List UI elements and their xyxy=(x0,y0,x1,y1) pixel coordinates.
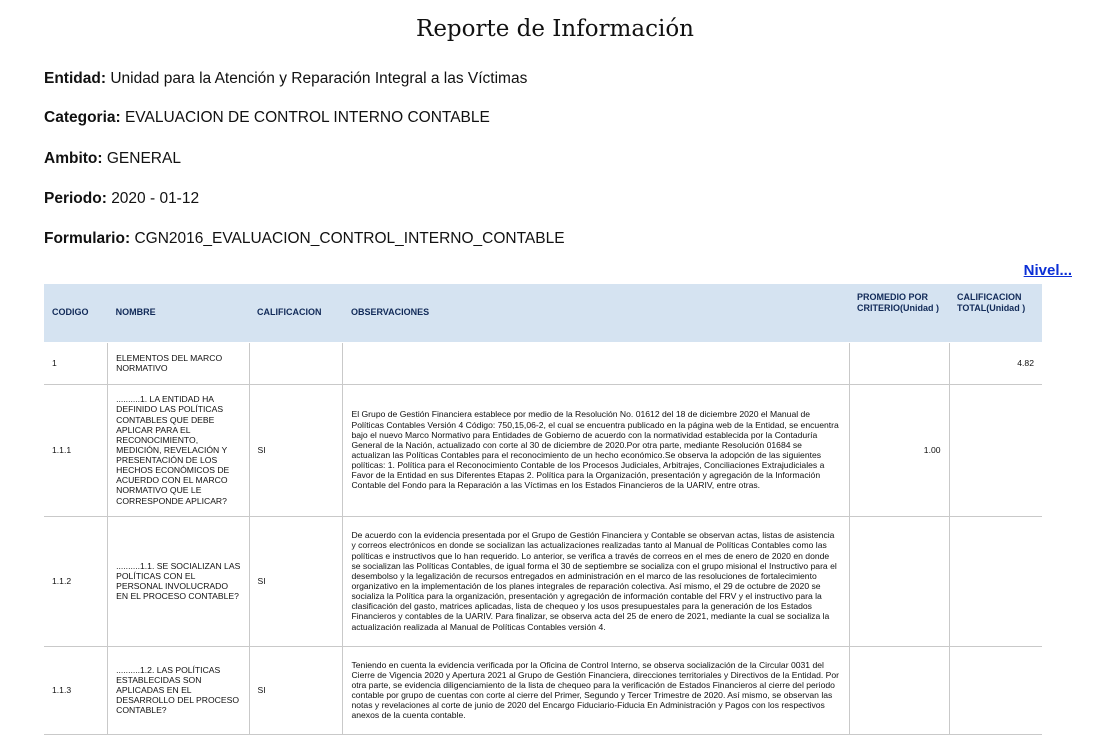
table-row: 1.1.1 ..........1. LA ENTIDAD HA DEFINID… xyxy=(44,384,1042,517)
meta-entidad: Entidad: Unidad para la Atención y Repar… xyxy=(44,70,527,88)
cell-codigo: 1 xyxy=(44,342,109,385)
cell-nombre: ..........1. LA ENTIDAD HA DEFINIDO LAS … xyxy=(107,384,250,517)
categoria-value: EVALUACION DE CONTROL INTERNO CONTABLE xyxy=(124,109,490,126)
meta-categoria: Categoria: EVALUACION DE CONTROL INTERNO… xyxy=(44,109,490,127)
formulario-label: Formulario: xyxy=(44,230,131,247)
header-nombre: NOMBRE xyxy=(107,284,250,343)
cell-codigo: 1.1.2 xyxy=(44,516,109,647)
table-header-row: CODIGO NOMBRE CALIFICACION OBSERVACIONES… xyxy=(44,284,1042,343)
meta-ambito: Ambito: GENERAL xyxy=(44,150,181,168)
cell-promedio xyxy=(849,342,950,385)
cell-nombre: ..........1.2. LAS POLÍTICAS ESTABLECIDA… xyxy=(107,646,250,735)
cell-observaciones xyxy=(342,342,850,385)
page-title: Reporte de Información xyxy=(416,16,694,42)
header-total: CALIFICACION TOTAL(Unidad ) xyxy=(949,284,1042,343)
cell-calificacion: SI xyxy=(249,516,344,647)
ambito-value: GENERAL xyxy=(106,150,181,167)
table-row: 1.1.2 ..........1.1. SE SOCIALIZAN LAS P… xyxy=(44,516,1042,647)
cell-promedio: 1.00 xyxy=(849,384,950,517)
meta-periodo: Periodo: 2020 - 01-12 xyxy=(44,190,199,208)
header-observaciones: OBSERVACIONES xyxy=(342,284,850,343)
cell-calificacion: SI xyxy=(249,384,344,517)
categoria-label: Categoria: xyxy=(44,109,121,126)
cell-calificacion: SI xyxy=(249,646,344,735)
cell-observaciones: Teniendo en cuenta la evidencia verifica… xyxy=(342,646,850,735)
table-row: 1 ELEMENTOS DEL MARCO NORMATIVO 4.82 xyxy=(44,342,1042,385)
periodo-label: Periodo: xyxy=(44,190,107,207)
header-codigo: CODIGO xyxy=(44,284,108,343)
cell-total xyxy=(949,384,1042,517)
cell-total: 4.82 xyxy=(949,342,1042,385)
cell-nombre: ..........1.1. SE SOCIALIZAN LAS POLÍTIC… xyxy=(107,516,250,647)
periodo-value: 2020 - 01-12 xyxy=(111,190,200,207)
entidad-value: Unidad para la Atención y Reparación Int… xyxy=(110,70,528,87)
header-calificacion: CALIFICACION xyxy=(249,284,343,343)
cell-total xyxy=(949,516,1042,647)
cell-codigo: 1.1.1 xyxy=(44,384,109,517)
nivel-link[interactable]: Nivel... xyxy=(1024,262,1072,279)
cell-nombre: ELEMENTOS DEL MARCO NORMATIVO xyxy=(107,342,250,385)
cell-calificacion xyxy=(249,342,344,385)
report-table: CODIGO NOMBRE CALIFICACION OBSERVACIONES… xyxy=(44,284,1042,735)
table-row: 1.1.3 ..........1.2. LAS POLÍTICAS ESTAB… xyxy=(44,646,1042,735)
ambito-label: Ambito: xyxy=(44,150,103,167)
cell-total xyxy=(949,646,1042,735)
cell-promedio xyxy=(849,516,950,647)
cell-codigo: 1.1.3 xyxy=(44,646,109,735)
cell-observaciones: De acuerdo con la evidencia presentada p… xyxy=(342,516,850,647)
header-promedio: PROMEDIO POR CRITERIO(Unidad ) xyxy=(849,284,950,343)
cell-promedio xyxy=(849,646,950,735)
cell-observaciones: El Grupo de Gestión Financiera establece… xyxy=(342,384,850,517)
formulario-value: CGN2016_EVALUACION_CONTROL_INTERNO_CONTA… xyxy=(134,230,565,247)
meta-formulario: Formulario: CGN2016_EVALUACION_CONTROL_I… xyxy=(44,230,565,248)
entidad-label: Entidad: xyxy=(44,70,106,87)
